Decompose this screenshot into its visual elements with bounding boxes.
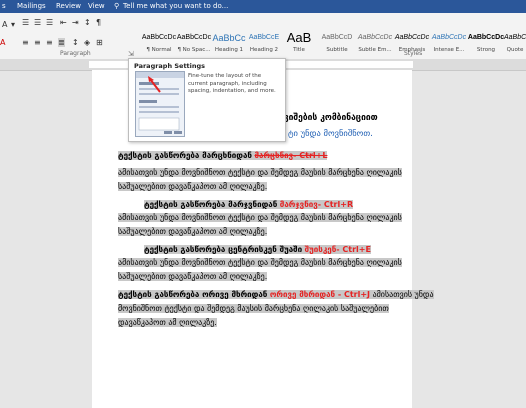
paragraph-1-line-1: ამისათვის უნდა მოვნიშნოთ ტექსტი და შემდე…: [118, 168, 402, 177]
paragraph-2-heading: ტექსტის გასწორება მარჯვნიდან მარჯვნივ- C…: [144, 200, 354, 209]
tooltip-title: Paragraph Settings: [134, 62, 206, 70]
paragraph-1-shortcut: მარცხნივ- Ctrl+L: [254, 151, 328, 160]
align-left-icon[interactable]: ≡: [22, 38, 29, 47]
bullets-icon[interactable]: ☰: [22, 18, 29, 27]
paragraph-dialog-launcher-icon[interactable]: ⇲: [128, 50, 134, 58]
borders-icon[interactable]: ⊞: [96, 38, 103, 47]
paragraph-1-title: ტექსტის გასწორება მარცხნიდან: [118, 151, 252, 160]
paragraph-2-title: ტექსტის გასწორება მარჯვნიდან: [144, 200, 278, 209]
paragraph-4-heading: ტექსტის გასწორება ორივე მხრიდან ორივე მხ…: [118, 290, 434, 299]
paragraph-2-line-2: საშუალებით დავაწკაპოთ ამ ღილაკზე.: [118, 227, 268, 236]
tell-me-search[interactable]: Tell me what you want to do...: [123, 2, 228, 10]
paragraph-2-shortcut: მარჯვნივ- Ctrl+R: [279, 200, 354, 209]
styles-group-label: Styles: [404, 50, 423, 57]
paragraph-3-title: ტექსტის გასწორება ცენტრისკენ შუაში: [144, 245, 303, 254]
paragraph-1-line-2: საშუალებით დავაწკაპოთ ამ ღილაკზე.: [118, 182, 268, 191]
multilevel-list-icon[interactable]: ☰: [46, 18, 53, 27]
justify-icon[interactable]: ≣: [58, 38, 65, 47]
style-sample: AaBbCcDc: [141, 34, 177, 41]
tab-view[interactable]: View: [88, 2, 105, 10]
style-sample: AaBbCcE: [248, 34, 280, 41]
paragraph-4-shortcut: ორივე მხრიდან - Ctrl+J: [269, 290, 371, 299]
sort-icon[interactable]: ↕: [84, 18, 91, 27]
text-color-icon[interactable]: A: [0, 38, 5, 47]
tab-review[interactable]: Review: [56, 2, 81, 10]
style-sample: AaBbCcDc: [504, 34, 526, 41]
lightbulb-icon: ⚲: [114, 2, 120, 10]
style-sample: AaBbCcD: [321, 34, 353, 41]
paragraph-4-line-3: დავაწკაპოთ ამ ღილაკზე.: [118, 318, 217, 327]
pilcrow-icon[interactable]: ¶: [96, 18, 101, 27]
shading-icon[interactable]: ◈: [84, 38, 90, 47]
tooltip-description: Fine-tune the layout of the current para…: [188, 73, 276, 94]
subtitle-partial: ტი უნდა მოვნიშნოთ.: [288, 129, 373, 139]
paragraph-3-shortcut: შუისკენ- Ctrl+E: [304, 245, 371, 254]
paragraph-1-heading: ტექსტის გასწორება მარცხნიდან მარცხნივ- C…: [118, 151, 328, 160]
paragraph-group-label: Paragraph: [60, 50, 91, 57]
style-sample: AaBbCcDc: [394, 34, 430, 41]
align-center-icon[interactable]: ≡: [34, 38, 41, 47]
paragraph-3-line-2: საშუალებით დავაწკაპოთ ამ ღილაკზე.: [118, 272, 268, 281]
increase-indent-icon[interactable]: ⇥: [72, 18, 79, 27]
heading-partial: ლავიშების კომბინაციით: [270, 113, 378, 123]
style-sample: AaBbCcDc: [467, 34, 505, 41]
paragraph-settings-tooltip: Paragraph Settings Fine-tune the layout …: [128, 58, 286, 142]
dropdown-icon[interactable]: ▾: [11, 20, 15, 29]
tab-design[interactable]: s: [2, 2, 6, 10]
paragraph-4-tail: ამისათვის უნდა: [372, 290, 434, 299]
style-sample: AaBbCcDc: [176, 34, 212, 41]
align-right-icon[interactable]: ≡: [46, 38, 53, 47]
paragraph-2-line-1: ამისათვის უნდა მოვნიშნოთ ტექსტი და შემდე…: [118, 213, 402, 222]
tab-mailings[interactable]: Mailings: [17, 2, 46, 10]
style-sample: AaB: [286, 30, 312, 45]
line-spacing-icon[interactable]: ↕: [72, 38, 79, 47]
numbering-icon[interactable]: ☰: [34, 18, 41, 27]
decrease-indent-icon[interactable]: ⇤: [60, 18, 67, 27]
dialog-preview-image: [135, 71, 185, 137]
style-sample: AaBbCc: [212, 33, 246, 43]
ribbon-tab-bar: s Mailings Review View ⚲ Tell me what yo…: [0, 0, 526, 13]
font-color-icon[interactable]: A: [2, 20, 7, 29]
paragraph-4-line-2: მოვნიშნოთ ტექსტი და შემდეგ მაუსის მარცხე…: [118, 304, 389, 313]
style-sample: AaBbCcDc: [357, 34, 393, 41]
paragraph-4-title: ტექსტის გასწორება ორივე მხრიდან: [118, 290, 268, 299]
paragraph-3-heading: ტექსტის გასწორება ცენტრისკენ შუაში შუისკ…: [144, 245, 371, 254]
paragraph-3-line-1: ამისათვის უნდა მოვნიშნოთ ტექსტი და შემდე…: [118, 258, 402, 267]
style-sample: AaBbCcDc: [431, 34, 467, 41]
